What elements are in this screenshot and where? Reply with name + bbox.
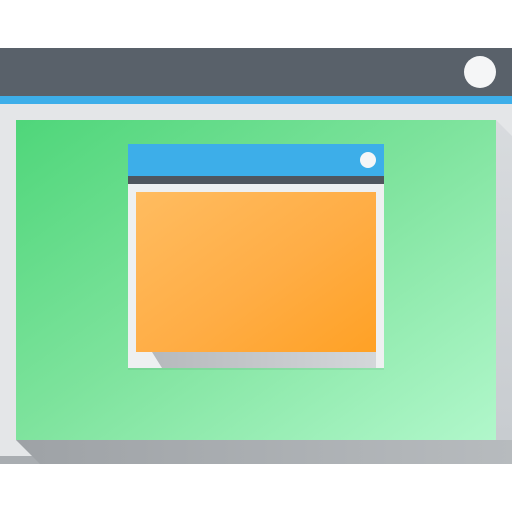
outer-window-bottom-shadow [16,440,512,464]
inner-content-shadow [152,352,376,368]
inner-window [128,144,384,368]
inner-window-content [136,192,376,352]
inner-titlebar [128,144,384,176]
outer-content-right-shadow [496,120,512,440]
inner-close-icon [360,152,376,168]
outer-accent-bar [0,96,512,104]
outer-window-content [16,120,496,440]
outer-close-icon [464,56,496,88]
outer-window [0,48,512,464]
outer-titlebar [0,48,512,96]
window-icon-canvas [0,0,512,512]
inner-titlebar-divider [128,176,384,184]
